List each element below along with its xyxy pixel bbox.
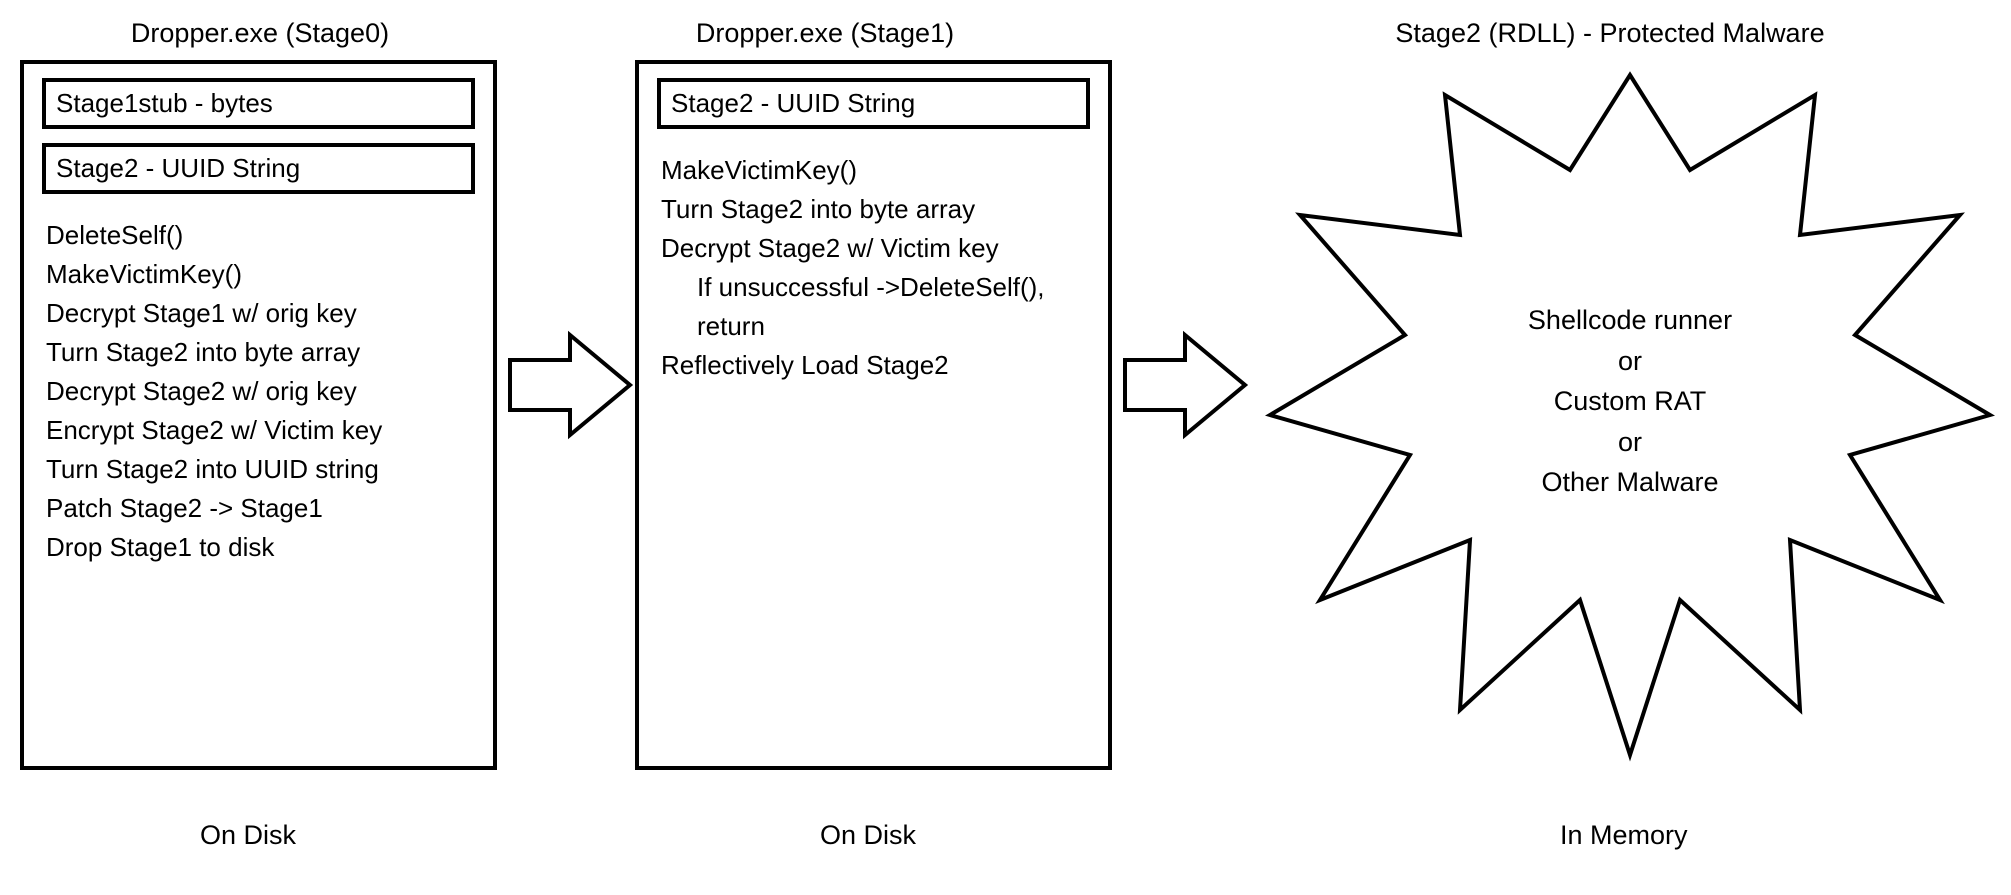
- stage0-steps: DeleteSelf() MakeVictimKey() Decrypt Sta…: [42, 216, 475, 567]
- stage2-line: Custom RAT: [1500, 381, 1760, 422]
- stage1-box: Stage2 - UUID String MakeVictimKey() Tur…: [635, 60, 1112, 770]
- stage0-step: Turn Stage2 into UUID string: [46, 450, 475, 489]
- stage1-location: On Disk: [820, 820, 916, 851]
- stage1-steps: MakeVictimKey() Turn Stage2 into byte ar…: [657, 151, 1090, 385]
- stage2-location: In Memory: [1560, 820, 1688, 851]
- stage0-step: Drop Stage1 to disk: [46, 528, 475, 567]
- stage0-box: Stage1stub - bytes Stage2 - UUID String …: [20, 60, 497, 770]
- stage0-title: Dropper.exe (Stage0): [110, 18, 410, 49]
- stage0-location: On Disk: [200, 820, 296, 851]
- stage2-line: Other Malware: [1500, 462, 1760, 503]
- stage2-content: Shellcode runner or Custom RAT or Other …: [1500, 300, 1760, 503]
- stage2-title: Stage2 (RDLL) - Protected Malware: [1380, 18, 1840, 49]
- arrow-stage0-to-stage1: [505, 330, 635, 440]
- stage1-step: Decrypt Stage2 w/ Victim key: [661, 229, 1090, 268]
- stage0-step: Turn Stage2 into byte array: [46, 333, 475, 372]
- stage1-inner-stage2-uuid: Stage2 - UUID String: [657, 78, 1090, 129]
- stage1-title: Dropper.exe (Stage1): [675, 18, 975, 49]
- stage0-step: Patch Stage2 -> Stage1: [46, 489, 475, 528]
- stage0-inner-stage2-uuid: Stage2 - UUID String: [42, 143, 475, 194]
- stage1-step: Reflectively Load Stage2: [661, 346, 1090, 385]
- stage2-line: or: [1500, 422, 1760, 463]
- stage1-step: Turn Stage2 into byte array: [661, 190, 1090, 229]
- arrow-stage1-to-stage2: [1120, 330, 1250, 440]
- stage0-step: Decrypt Stage1 w/ orig key: [46, 294, 475, 333]
- stage0-step: MakeVictimKey(): [46, 255, 475, 294]
- stage2-line: Shellcode runner: [1500, 300, 1760, 341]
- stage1-step: MakeVictimKey(): [661, 151, 1090, 190]
- stage1-step-conditional: If unsuccessful ->DeleteSelf(), return: [661, 268, 1090, 346]
- stage0-step: Decrypt Stage2 w/ orig key: [46, 372, 475, 411]
- stage0-inner-stage1stub: Stage1stub - bytes: [42, 78, 475, 129]
- stage0-step: Encrypt Stage2 w/ Victim key: [46, 411, 475, 450]
- stage0-step: DeleteSelf(): [46, 216, 475, 255]
- stage2-line: or: [1500, 341, 1760, 382]
